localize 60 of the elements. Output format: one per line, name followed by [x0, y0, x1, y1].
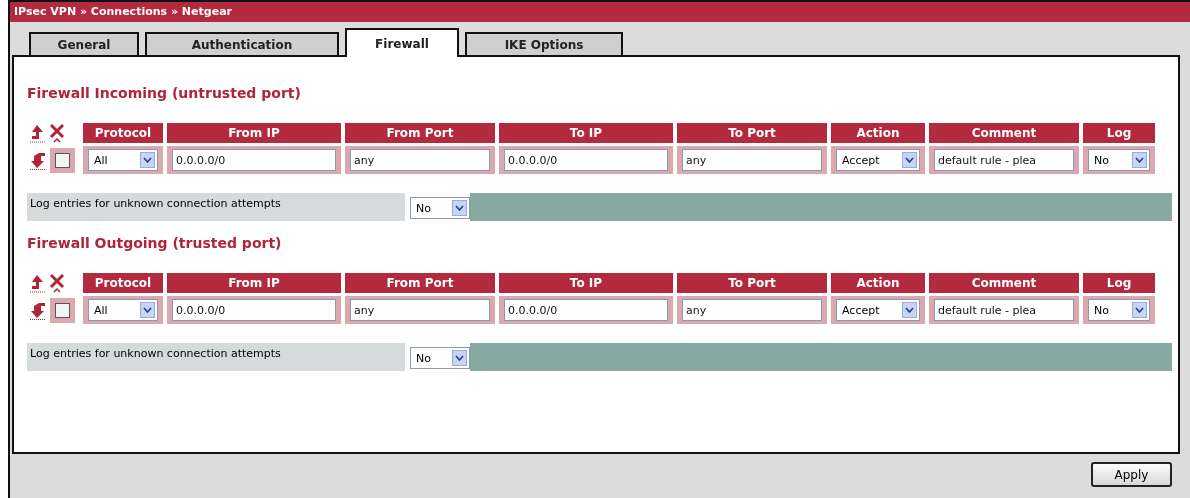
action-dropdown[interactable]: Accept	[836, 299, 920, 321]
add-rule-icon[interactable]	[29, 273, 47, 293]
from-port-field[interactable]: any	[350, 149, 490, 171]
insert-rule-icon[interactable]	[29, 300, 47, 320]
to-ip-field[interactable]: 0.0.0.0/0	[504, 149, 668, 171]
caret-icon	[140, 302, 155, 318]
comment-field[interactable]: default rule - plea	[934, 149, 1074, 171]
insert-rule-icon[interactable]	[29, 150, 47, 170]
caret-icon	[452, 350, 467, 366]
caret-icon	[902, 302, 917, 318]
column-header: Comment	[929, 123, 1079, 143]
section-heading: Firewall Incoming (untrusted port)	[27, 85, 302, 101]
log-unknown-dropdown[interactable]: No	[410, 197, 470, 219]
column-header: From Port	[345, 123, 495, 143]
section-heading: Firewall Outgoing (trusted port)	[27, 235, 283, 251]
delete-icon[interactable]	[49, 273, 65, 293]
column-header: To Port	[677, 273, 827, 293]
from-port-field[interactable]: any	[350, 299, 490, 321]
column-header: To Port	[677, 123, 827, 143]
caret-icon	[1132, 302, 1147, 318]
action-dropdown[interactable]: Accept	[836, 149, 920, 171]
column-header: Action	[831, 123, 925, 143]
to-port-field[interactable]: any	[682, 299, 822, 321]
log-dropdown[interactable]: No	[1088, 149, 1150, 171]
column-header: Protocol	[83, 123, 163, 143]
column-header: Protocol	[83, 273, 163, 293]
column-header: To IP	[499, 273, 673, 293]
from-ip-field[interactable]: 0.0.0.0/0	[172, 149, 336, 171]
column-header: From Port	[345, 273, 495, 293]
column-header: Log	[1083, 273, 1155, 293]
column-header: From IP	[167, 123, 341, 143]
tab[interactable]: Firewall	[345, 28, 459, 57]
checkbox[interactable]	[55, 302, 70, 318]
column-header: Log	[1083, 123, 1155, 143]
caret-icon	[452, 200, 467, 216]
log-dropdown[interactable]: No	[1088, 299, 1150, 321]
setting-label: Log entries for unknown connection attempts	[27, 343, 405, 371]
tab[interactable]: General	[29, 32, 139, 55]
column-header: From IP	[167, 273, 341, 293]
protocol-dropdown[interactable]: All	[88, 149, 158, 171]
tab[interactable]: IKE Options	[465, 32, 623, 55]
from-ip-field[interactable]: 0.0.0.0/0	[172, 299, 336, 321]
setting-label: Log entries for unknown connection attempts	[27, 193, 405, 221]
delete-icon[interactable]	[49, 123, 65, 143]
apply-button[interactable]: Apply	[1091, 462, 1172, 487]
caret-icon	[1132, 152, 1147, 168]
column-header: Action	[831, 273, 925, 293]
caret-icon	[902, 152, 917, 168]
breadcrumb-title: IPsec VPN » Connections » Netgear	[10, 2, 1190, 22]
column-header: To IP	[499, 123, 673, 143]
comment-field[interactable]: default rule - plea	[934, 299, 1074, 321]
tab[interactable]: Authentication	[145, 32, 339, 55]
caret-icon	[140, 152, 155, 168]
log-unknown-dropdown[interactable]: No	[410, 347, 470, 369]
to-ip-field[interactable]: 0.0.0.0/0	[504, 299, 668, 321]
protocol-dropdown[interactable]: All	[88, 299, 158, 321]
column-header: Comment	[929, 273, 1079, 293]
to-port-field[interactable]: any	[682, 149, 822, 171]
add-rule-icon[interactable]	[29, 123, 47, 143]
checkbox[interactable]	[55, 152, 70, 168]
